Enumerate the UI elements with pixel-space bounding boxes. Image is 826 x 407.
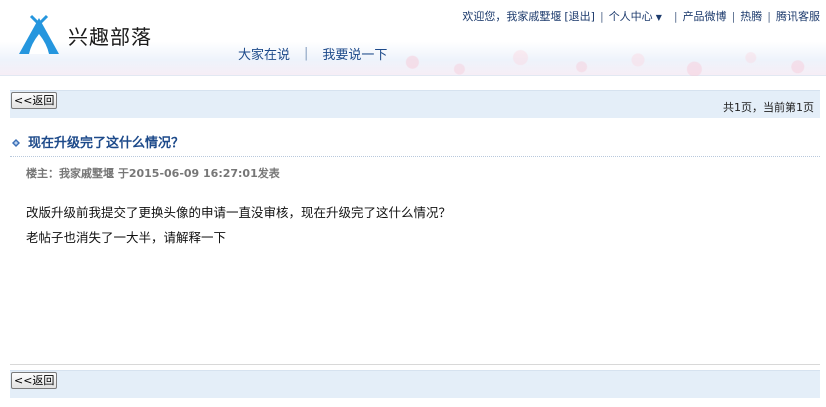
top-links: 欢迎您，我家戚墅堰 [退出] | 个人中心 ▼ | 产品微博 | 热腾 | 腾讯客… (462, 8, 820, 24)
back-button-bottom[interactable]: <<返回 (11, 372, 58, 389)
bottom-pagination-bar: <<返回 (10, 370, 820, 398)
topic-title: 现在升级完了这什么情况？ (28, 136, 185, 151)
tent-logo-icon (19, 14, 59, 54)
page-info: 共1页，当前第1页 (723, 101, 814, 114)
post-body: 改版升级前我提交了更换头像的申请一直没审核，现在升级完了这什么情况？ 老帖子也消… (26, 200, 451, 250)
nav-everyone-says[interactable]: 大家在说 (238, 44, 290, 63)
site-logo[interactable]: 兴趣部落 (16, 14, 152, 56)
greeting-text: 欢迎您，我家戚墅堰 (462, 10, 562, 23)
author-line: 楼主：我家戚墅堰 于2015-06-09 16:27:01发表 (26, 167, 280, 180)
title-divider (10, 156, 820, 157)
site-header: 兴趣部落 大家在说 | 我要说一下 欢迎您，我家戚墅堰 [退出] | 个人中心 ▼… (0, 0, 826, 76)
nav-i-want-to-say[interactable]: 我要说一下 (322, 44, 387, 63)
back-button[interactable]: <<返回 (11, 92, 58, 109)
logo-text: 兴趣部落 (68, 24, 152, 49)
top-separator: | (599, 9, 604, 23)
logout-link[interactable]: [退出] (564, 8, 595, 24)
dropdown-caret-icon: ▼ (655, 13, 662, 22)
post-line: 改版升级前我提交了更换头像的申请一直没审核，现在升级完了这什么情况？ (26, 205, 452, 220)
top-separator: | (767, 9, 771, 23)
personal-center-menu[interactable]: 个人中心 ▼ (609, 8, 662, 24)
hot-link[interactable]: 热腾 (740, 8, 762, 24)
nav-separator: | (304, 46, 309, 61)
customer-service-link[interactable]: 腾讯客服 (776, 8, 820, 24)
main-nav: 大家在说 | 我要说一下 (238, 44, 387, 63)
diamond-bullet-icon (12, 139, 20, 147)
topic-title-row: 现在升级完了这什么情况？ (10, 132, 184, 151)
product-weibo-link[interactable]: 产品微博 (683, 8, 727, 24)
top-pagination-bar: <<返回 共1页，当前第1页 (10, 90, 820, 118)
post-line: 老帖子也消失了一大半，请解释一下 (26, 230, 227, 245)
personal-center-label: 个人中心 (608, 10, 653, 23)
top-separator: | (731, 9, 736, 23)
post-bottom-divider (10, 364, 820, 365)
top-separator: | (673, 9, 678, 23)
header-blossom-decoration (356, 30, 826, 76)
